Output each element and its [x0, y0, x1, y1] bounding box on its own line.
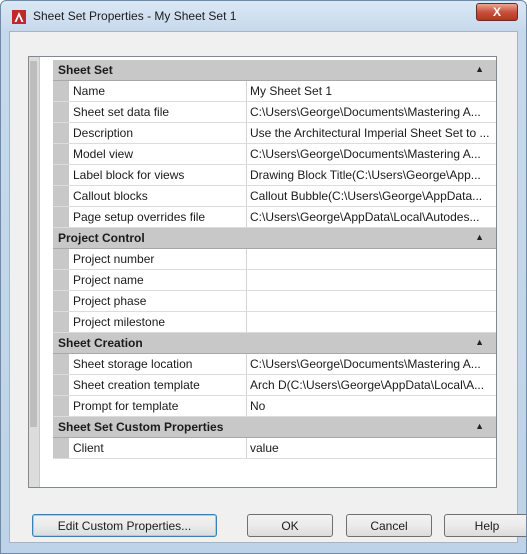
row-indent [53, 207, 69, 227]
property-row[interactable]: Callout blocks Callout Bubble(C:\Users\Ge… [53, 186, 496, 207]
property-row[interactable]: Client value [53, 438, 496, 459]
property-row[interactable]: Project name [53, 270, 496, 291]
vertical-scrollbar[interactable] [29, 57, 40, 487]
property-name: Callout blocks [69, 186, 247, 206]
collapse-icon[interactable]: ▲ [475, 232, 484, 242]
category-label: Sheet Set [58, 63, 113, 77]
scrollbar-thumb[interactable] [30, 61, 37, 427]
row-indent [53, 144, 69, 164]
property-row[interactable]: Sheet storage location C:\Users\George\Do… [53, 354, 496, 375]
property-name: Project number [69, 249, 247, 269]
property-row[interactable]: Project milestone [53, 312, 496, 333]
close-button[interactable]: X [476, 3, 518, 21]
property-name: Project name [69, 270, 247, 290]
property-grid: Sheet Set ▲ Name My Sheet Set 1 Sheet set da… [28, 56, 497, 488]
property-value[interactable]: C:\Users\George\Documents\Mastering A... [247, 354, 496, 374]
property-row[interactable]: Sheet set data file C:\Users\George\Docum… [53, 102, 496, 123]
property-row[interactable]: Model view C:\Users\George\Documents\Mast… [53, 144, 496, 165]
property-value[interactable]: Arch D(C:\Users\George\AppData\Local\A..… [247, 375, 496, 395]
edit-custom-properties-button[interactable]: Edit Custom Properties... [32, 514, 217, 537]
row-indent [53, 354, 69, 374]
row-indent [53, 249, 69, 269]
property-name: Prompt for template [69, 396, 247, 416]
property-value[interactable]: Callout Bubble(C:\Users\George\AppData..… [247, 186, 496, 206]
sheet-set-properties-dialog: Sheet Set Properties - My Sheet Set 1 X … [0, 0, 527, 554]
property-name: Sheet set data file [69, 102, 247, 122]
category-header[interactable]: Sheet Creation ▲ [53, 333, 496, 354]
property-value[interactable]: C:\Users\George\AppData\Local\Autodes... [247, 207, 496, 227]
property-name: Project milestone [69, 312, 247, 332]
close-icon: X [492, 5, 501, 19]
row-indent [53, 81, 69, 101]
collapse-icon[interactable]: ▲ [475, 337, 484, 347]
property-value[interactable]: Use the Architectural Imperial Sheet Set… [247, 123, 496, 143]
property-name: Sheet creation template [69, 375, 247, 395]
row-indent [53, 375, 69, 395]
dialog-client-area: Sheet Set ▲ Name My Sheet Set 1 Sheet set da… [9, 31, 526, 543]
collapse-icon[interactable]: ▲ [475, 64, 484, 74]
row-indent [53, 396, 69, 416]
row-indent [53, 438, 69, 458]
property-rows: Sheet Set ▲ Name My Sheet Set 1 Sheet set da… [53, 60, 496, 459]
row-indent [53, 123, 69, 143]
property-value[interactable]: value [247, 438, 496, 458]
category-label: Project Control [58, 231, 145, 245]
category-header[interactable]: Sheet Set ▲ [53, 60, 496, 81]
category-header[interactable]: Sheet Set Custom Properties ▲ [53, 417, 496, 438]
property-name: Label block for views [69, 165, 247, 185]
property-row[interactable]: Sheet creation template Arch D(C:\Users\G… [53, 375, 496, 396]
property-name: Sheet storage location [69, 354, 247, 374]
property-name: Project phase [69, 291, 247, 311]
row-indent [53, 186, 69, 206]
ok-button[interactable]: OK [247, 514, 333, 537]
help-button[interactable]: Help [444, 514, 526, 537]
property-value[interactable]: Drawing Block Title(C:\Users\George\App.… [247, 165, 496, 185]
window-title: Sheet Set Properties - My Sheet Set 1 [33, 9, 237, 23]
property-row[interactable]: Project phase [53, 291, 496, 312]
property-value[interactable]: C:\Users\George\Documents\Mastering A... [247, 144, 496, 164]
property-value[interactable]: My Sheet Set 1 [247, 81, 496, 101]
property-name: Description [69, 123, 247, 143]
cancel-button[interactable]: Cancel [346, 514, 432, 537]
category-label: Sheet Set Custom Properties [58, 420, 224, 434]
property-value[interactable]: No [247, 396, 496, 416]
property-row[interactable]: Project number [53, 249, 496, 270]
row-indent [53, 312, 69, 332]
property-row[interactable]: Label block for views Drawing Block Title… [53, 165, 496, 186]
property-value[interactable]: C:\Users\George\Documents\Mastering A... [247, 102, 496, 122]
property-row[interactable]: Name My Sheet Set 1 [53, 81, 496, 102]
property-value[interactable] [247, 249, 496, 269]
title-bar[interactable]: Sheet Set Properties - My Sheet Set 1 X [1, 1, 526, 31]
property-name: Model view [69, 144, 247, 164]
property-value[interactable] [247, 291, 496, 311]
property-value[interactable] [247, 270, 496, 290]
category-label: Sheet Creation [58, 336, 143, 350]
category-header[interactable]: Project Control ▲ [53, 228, 496, 249]
property-row[interactable]: Prompt for template No [53, 396, 496, 417]
property-row[interactable]: Description Use the Architectural Imperia… [53, 123, 496, 144]
row-indent [53, 291, 69, 311]
property-row[interactable]: Page setup overrides file C:\Users\George… [53, 207, 496, 228]
row-indent [53, 270, 69, 290]
property-name: Page setup overrides file [69, 207, 247, 227]
collapse-icon[interactable]: ▲ [475, 421, 484, 431]
property-name: Name [69, 81, 247, 101]
autocad-icon [12, 10, 26, 24]
property-name: Client [69, 438, 247, 458]
row-indent [53, 102, 69, 122]
row-indent [53, 165, 69, 185]
property-value[interactable] [247, 312, 496, 332]
